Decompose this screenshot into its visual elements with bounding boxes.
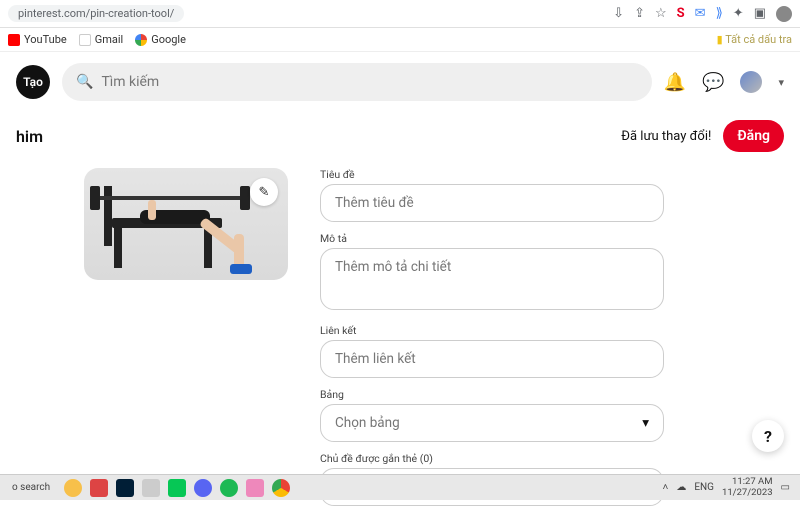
bookmark-google[interactable]: Google	[135, 33, 186, 46]
pin-image-preview[interactable]: ✎	[84, 168, 288, 280]
profile-avatar-browser[interactable]	[776, 6, 792, 22]
window-icon[interactable]: ▣	[754, 6, 766, 21]
tray-lang[interactable]: ENG	[694, 482, 714, 493]
taskbar-search[interactable]: o search	[6, 482, 56, 493]
taskbar-app-ps[interactable]	[116, 479, 134, 497]
tray-chevron-icon[interactable]: ˄	[663, 482, 669, 493]
url-text[interactable]: pinterest.com/pin-creation-tool/	[8, 5, 184, 22]
bookmark-gmail[interactable]: Gmail	[79, 33, 123, 46]
taskbar-app-2[interactable]	[90, 479, 108, 497]
tray-cloud-icon[interactable]: ☁	[676, 482, 686, 493]
browser-toolbar-icons: ⇩ ⇪ ☆ S ✉ ⟫ ✦ ▣	[613, 6, 792, 22]
taskbar-app-spotify[interactable]	[220, 479, 238, 497]
description-label: Mô tả	[320, 232, 664, 245]
folder-icon: ▮	[717, 33, 723, 46]
bookmark-label: Gmail	[95, 33, 123, 46]
taskbar-app-1[interactable]	[64, 479, 82, 497]
bookmarks-overflow[interactable]: ▮ Tất cả dấu tra	[717, 33, 792, 46]
board-label: Bảng	[320, 388, 664, 401]
tray-notification-icon[interactable]: ▭	[781, 482, 790, 493]
board-select[interactable]: Chọn bảng ▾	[320, 404, 664, 442]
search-input[interactable]	[101, 74, 637, 90]
description-input[interactable]	[320, 248, 664, 310]
app-top-nav: Tạo 🔍 🔔 💬 ▾	[0, 52, 800, 112]
browser-address-bar: pinterest.com/pin-creation-tool/ ⇩ ⇪ ☆ S…	[0, 0, 800, 28]
search-icon: 🔍	[76, 74, 93, 90]
share-icon[interactable]: ⇪	[634, 6, 645, 21]
pin-editor: ✎ Tiêu đề Mô tả Liên kết Bảng Chọn bảng …	[0, 160, 800, 516]
extension-icon-mail[interactable]: ✉	[695, 6, 706, 21]
link-label: Liên kết	[320, 324, 664, 337]
bookmarks-bar: YouTube Gmail Google ▮ Tất cả dấu tra	[0, 28, 800, 52]
create-button[interactable]: Tạo	[16, 65, 50, 99]
bookmark-label: YouTube	[24, 33, 67, 46]
tray-clock[interactable]: 11:27 AM 11/27/2023	[722, 477, 773, 498]
link-input[interactable]	[320, 340, 664, 378]
taskbar-app-3[interactable]	[142, 479, 160, 497]
gmail-icon	[79, 34, 91, 46]
google-icon	[135, 34, 147, 46]
pencil-icon: ✎	[259, 185, 270, 200]
edit-image-button[interactable]: ✎	[250, 178, 278, 206]
taskbar-app-discord[interactable]	[194, 479, 212, 497]
bookmark-label: Google	[151, 33, 186, 46]
youtube-icon	[8, 34, 20, 46]
tag-label: Chủ đề được gắn thẻ (0)	[320, 452, 664, 465]
help-button[interactable]: ?	[752, 420, 784, 452]
question-icon: ?	[764, 427, 772, 446]
taskbar-app-line[interactable]	[168, 479, 186, 497]
windows-taskbar: o search ˄ ☁ ENG 11:27 AM 11/27/2023 ▭	[0, 474, 800, 500]
bookmark-youtube[interactable]: YouTube	[8, 33, 67, 46]
pin-form: Tiêu đề Mô tả Liên kết Bảng Chọn bảng ▾ …	[320, 168, 664, 516]
saved-status: Đã lưu thay đổi!	[621, 129, 711, 144]
title-input[interactable]	[320, 184, 664, 222]
chevron-down-icon[interactable]: ▾	[778, 76, 784, 89]
image-preview-column: ✎	[84, 168, 288, 516]
taskbar-app-4[interactable]	[246, 479, 264, 497]
taskbar-app-chrome[interactable]	[272, 479, 290, 497]
system-tray: ˄ ☁ ENG 11:27 AM 11/27/2023 ▭	[663, 477, 795, 498]
avatar[interactable]	[740, 71, 762, 93]
chevron-down-icon: ▾	[642, 415, 649, 431]
page-title: him	[16, 127, 43, 146]
nav-icon-group: 🔔 💬 ▾	[664, 71, 784, 93]
search-bar[interactable]: 🔍	[62, 63, 652, 101]
puzzle-icon[interactable]: ✦	[733, 6, 744, 21]
download-icon[interactable]: ⇩	[613, 6, 624, 21]
page-header: him Đã lưu thay đổi! Đăng	[0, 112, 800, 160]
bell-icon[interactable]: 🔔	[664, 72, 686, 93]
title-label: Tiêu đề	[320, 168, 664, 181]
star-icon[interactable]: ☆	[655, 6, 667, 21]
publish-button[interactable]: Đăng	[723, 120, 784, 152]
board-select-value: Chọn bảng	[335, 415, 400, 431]
chat-icon[interactable]: 💬	[702, 72, 724, 93]
extension-icon-s[interactable]: S	[677, 6, 685, 21]
cast-icon[interactable]: ⟫	[716, 6, 723, 21]
taskbar-apps	[64, 479, 290, 497]
